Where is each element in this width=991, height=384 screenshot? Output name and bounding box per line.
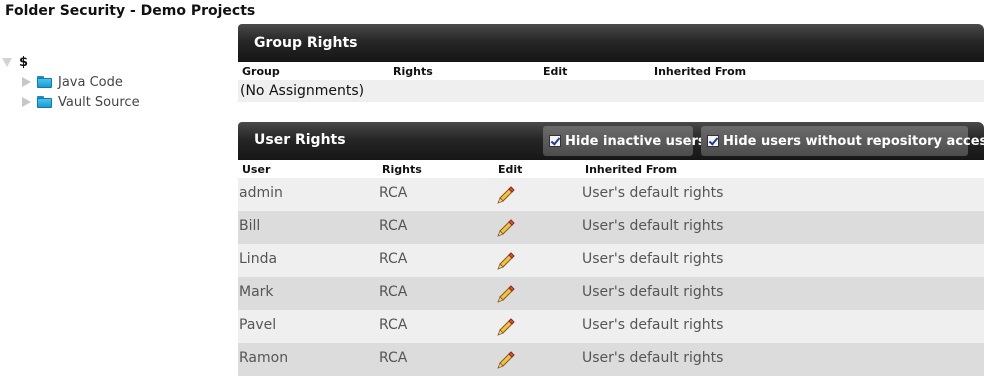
hide-no-repo-label[interactable]: Hide users without repository access — [723, 134, 991, 149]
tree-item-vault-source[interactable]: Vault Source — [22, 92, 140, 112]
pencil-icon[interactable] — [496, 184, 516, 204]
cell-user: Bill — [239, 218, 261, 234]
table-row: Linda RCA User's default rights — [238, 244, 984, 277]
hide-no-repo-users-toggle[interactable]: Hide users without repository access — [701, 126, 991, 156]
hide-no-repo-checkbox[interactable] — [707, 135, 719, 147]
table-row: Ramon RCA User's default rights — [238, 343, 984, 376]
group-col-inherited: Inherited From — [654, 65, 747, 78]
hide-inactive-label[interactable]: Hide inactive users — [565, 134, 706, 149]
tree-item-java-code[interactable]: Java Code — [22, 72, 123, 92]
user-rights-title: User Rights — [254, 132, 346, 148]
hide-inactive-checkbox[interactable] — [549, 135, 561, 147]
group-rights-title: Group Rights — [254, 35, 358, 51]
user-col-inherited: Inherited From — [585, 163, 678, 176]
table-row: Bill RCA User's default rights — [238, 211, 984, 244]
pencil-icon[interactable] — [496, 316, 516, 336]
pencil-icon[interactable] — [496, 217, 516, 237]
group-empty-row: (No Assignments) — [238, 80, 984, 102]
expand-triangle-icon[interactable] — [22, 77, 31, 87]
no-assignments-text: (No Assignments) — [240, 83, 365, 99]
cell-inherited: User's default rights — [582, 218, 724, 234]
cell-rights: RCA — [379, 251, 408, 267]
pencil-icon[interactable] — [496, 250, 516, 270]
group-col-rights: Rights — [393, 65, 433, 78]
user-rights-table: admin RCA User's default rights Bill RCA… — [238, 178, 984, 376]
user-col-edit: Edit — [498, 163, 523, 176]
table-row: admin RCA User's default rights — [238, 178, 984, 211]
folder-icon — [37, 76, 52, 88]
cell-rights: RCA — [379, 350, 408, 366]
tree-root-label[interactable]: $ — [19, 55, 28, 70]
table-row: Mark RCA User's default rights — [238, 277, 984, 310]
cell-inherited: User's default rights — [582, 284, 724, 300]
cell-rights: RCA — [379, 317, 408, 333]
table-row: Pavel RCA User's default rights — [238, 310, 984, 343]
collapse-triangle-icon[interactable] — [2, 57, 12, 67]
pencil-icon[interactable] — [496, 283, 516, 303]
expand-triangle-icon[interactable] — [22, 97, 31, 107]
pencil-icon[interactable] — [496, 349, 516, 369]
cell-user: Mark — [239, 284, 274, 300]
cell-user: Ramon — [239, 350, 289, 366]
cell-user: Linda — [239, 251, 278, 267]
group-col-edit: Edit — [543, 65, 568, 78]
user-col-user: User — [242, 163, 271, 176]
cell-rights: RCA — [379, 218, 408, 234]
tree-root[interactable]: $ — [2, 52, 28, 72]
cell-rights: RCA — [379, 284, 408, 300]
tree-item-label[interactable]: Vault Source — [58, 95, 140, 110]
group-rights-header: Group Rights — [238, 24, 984, 62]
cell-inherited: User's default rights — [582, 317, 724, 333]
cell-rights: RCA — [379, 185, 408, 201]
group-col-group: Group — [242, 65, 280, 78]
cell-user: Pavel — [239, 317, 277, 333]
cell-inherited: User's default rights — [582, 251, 724, 267]
cell-user: admin — [239, 185, 283, 201]
hide-inactive-users-toggle[interactable]: Hide inactive users — [543, 126, 706, 156]
page-title: Folder Security - Demo Projects — [5, 3, 256, 19]
tree-item-label[interactable]: Java Code — [58, 75, 123, 90]
folder-icon — [37, 96, 52, 108]
user-col-rights: Rights — [382, 163, 422, 176]
cell-inherited: User's default rights — [582, 350, 724, 366]
cell-inherited: User's default rights — [582, 185, 724, 201]
